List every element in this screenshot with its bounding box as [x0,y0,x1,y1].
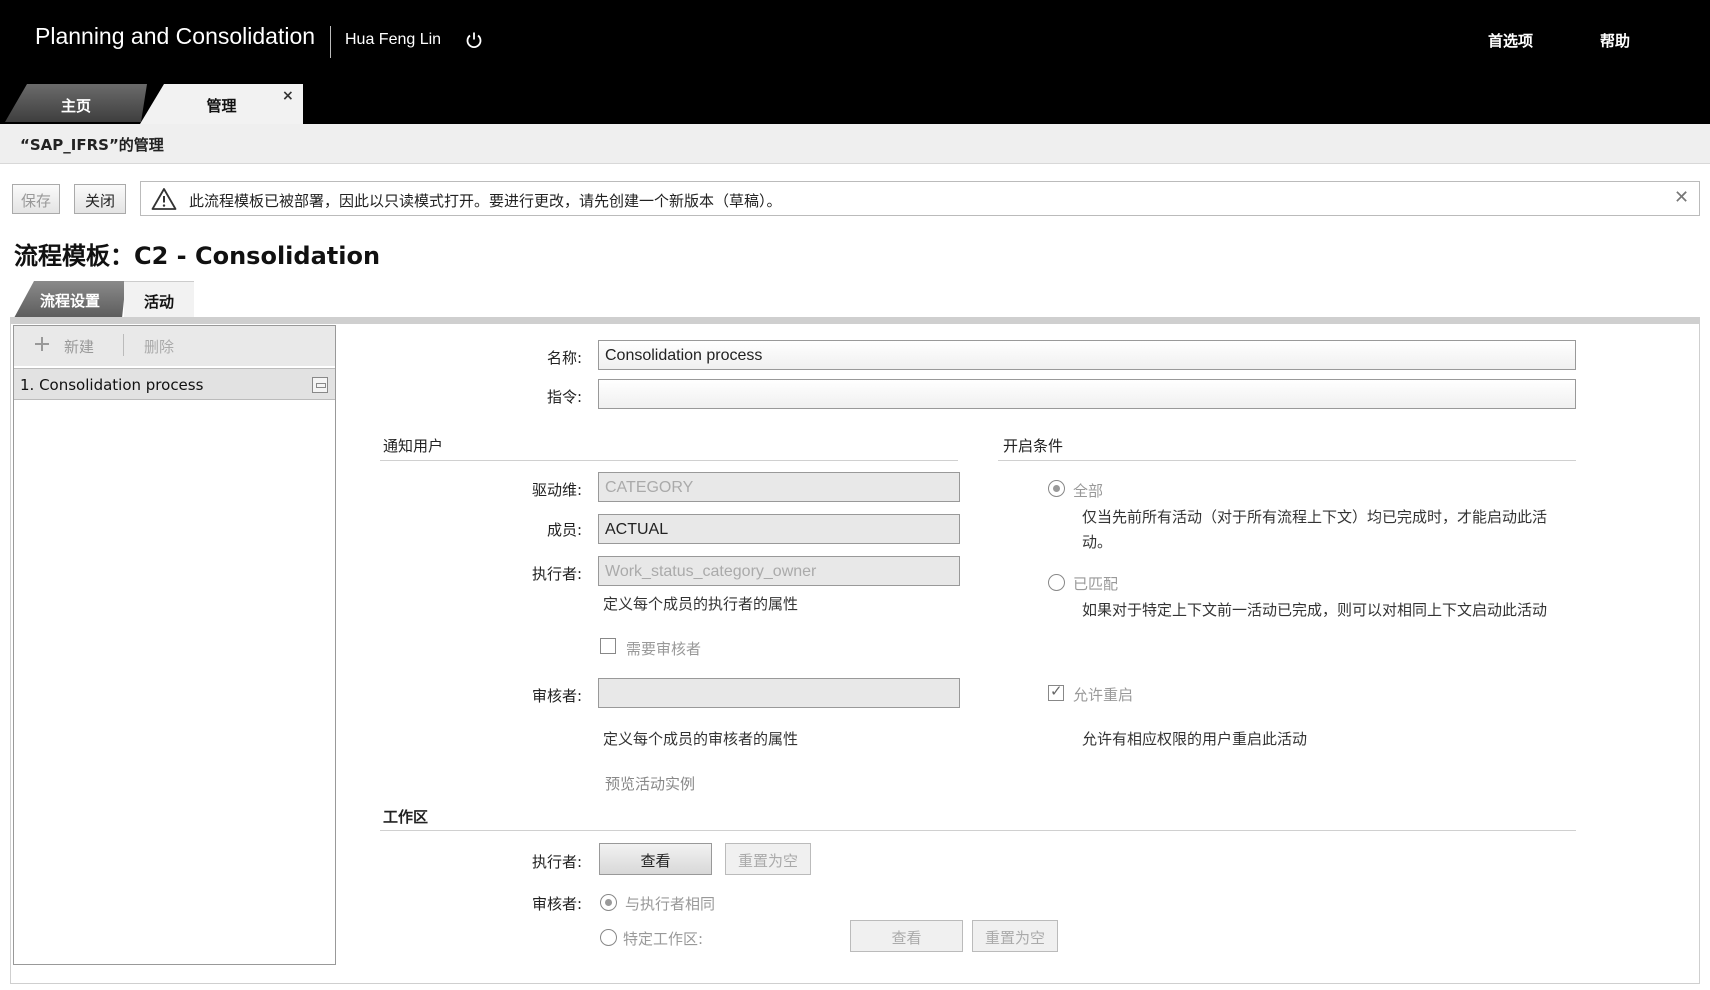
all-description: 仅当先前所有活动（对于所有流程上下文）均已完成时，才能启动此活动。 [1082,508,1548,551]
toolbar-divider [123,334,124,356]
section-divider [998,460,1576,461]
close-icon[interactable]: × [282,88,294,104]
same-as-performer-radio[interactable] [600,894,617,911]
section-divider [380,830,1576,831]
new-activity-button[interactable]: 新建 [64,336,94,357]
reset-performer-workspace-button[interactable]: 重置为空 [725,843,811,875]
matched-description: 如果对于特定上下文前一活动已完成，则可以对相同上下文启动此活动 [1082,601,1548,619]
driver-label: 驱动维: [531,481,582,499]
tab-process-settings[interactable]: 流程设置 [14,281,126,318]
activity-list-panel: 新建 删除 1. Consolidation process [13,325,336,965]
view-reviewer-workspace-button[interactable]: 查看 [850,920,963,952]
specific-workspace-label: 特定工作区: [623,930,704,948]
preview-activity-link[interactable]: 预览活动实例 [605,773,695,794]
allow-reopen-label: 允许重启 [1073,686,1134,704]
list-item[interactable]: 1. Consolidation process [14,368,335,400]
tab-activities[interactable]: 活动 [124,281,194,318]
close-icon[interactable]: ✕ [1674,187,1689,208]
save-button[interactable]: 保存 [12,184,60,214]
add-icon[interactable] [34,336,50,352]
all-radio-label: 全部 [1073,482,1104,500]
reset-reviewer-workspace-button[interactable]: 重置为空 [972,920,1058,952]
breadcrumb-bar: “SAP_IFRS”的管理 [0,124,1710,164]
allow-reopen-checkbox[interactable] [1048,682,1064,701]
user-name: Hua Feng Lin [345,31,442,48]
performer-note: 定义每个成员的执行者的属性 [603,595,799,613]
view-performer-workspace-button[interactable]: 查看 [599,843,712,875]
specific-workspace-radio[interactable] [600,929,617,946]
reviewer-field[interactable] [598,678,960,708]
message-bar: 此流程模板已被部署，因此以只读模式打开。要进行更改，请先创建一个新版本（草稿）。… [140,181,1700,216]
warning-icon [151,188,177,210]
workspace-section-title: 工作区 [383,808,429,826]
header-divider [330,26,331,58]
breadcrumb: “SAP_IFRS”的管理 [20,136,164,154]
help-link[interactable]: 帮助 [1600,30,1630,51]
close-button[interactable]: 关闭 [74,184,126,214]
notify-users-section-title: 通知用户 [383,437,444,455]
reviewer-label: 审核者: [531,687,582,705]
name-field[interactable]: Consolidation process [598,340,1576,370]
message-text: 此流程模板已被部署，因此以只读模式打开。要进行更改，请先创建一个新版本（草稿）。 [189,192,782,210]
member-label: 成员: [546,521,582,539]
require-reviewer-checkbox[interactable] [600,638,616,654]
workspace-reviewer-label: 审核者: [531,895,582,913]
name-label: 名称: [546,349,582,367]
delete-activity-button[interactable]: 删除 [144,336,174,357]
section-divider [380,460,958,461]
activity-list-toolbar: 新建 删除 [14,326,335,366]
performer-label: 执行者: [531,565,582,583]
preferences-link[interactable]: 首选项 [1488,30,1533,51]
workspace-performer-label: 执行者: [531,853,582,871]
power-icon[interactable] [465,31,483,49]
performer-field[interactable]: Work_status_category_owner [598,556,960,586]
reviewer-note: 定义每个成员的审核者的属性 [603,730,799,748]
open-conditions-section-title: 开启条件 [1003,437,1064,455]
collapse-icon[interactable] [312,377,328,393]
matched-radio[interactable] [1048,574,1065,591]
require-reviewer-label: 需要审核者 [626,640,702,658]
driver-field[interactable]: CATEGORY [598,472,960,502]
page-title: 流程模板：C2 - Consolidation [14,242,381,270]
tab-manage[interactable]: 管理 [140,84,303,124]
instruction-label: 指令: [546,388,582,406]
app-header: Planning and Consolidation Hua Feng Lin … [0,0,1710,124]
list-item-label: 1. Consolidation process [20,376,204,394]
matched-radio-label: 已匹配 [1073,575,1119,593]
tab-home[interactable]: 主页 [5,84,147,122]
all-radio[interactable] [1048,480,1065,497]
allow-reopen-description: 允许有相应权限的用户重启此活动 [1082,730,1308,748]
same-as-performer-label: 与执行者相同 [625,895,716,913]
member-field[interactable]: ACTUAL [598,514,960,544]
app-title: Planning and Consolidation [35,23,316,49]
instruction-field[interactable] [598,379,1576,409]
